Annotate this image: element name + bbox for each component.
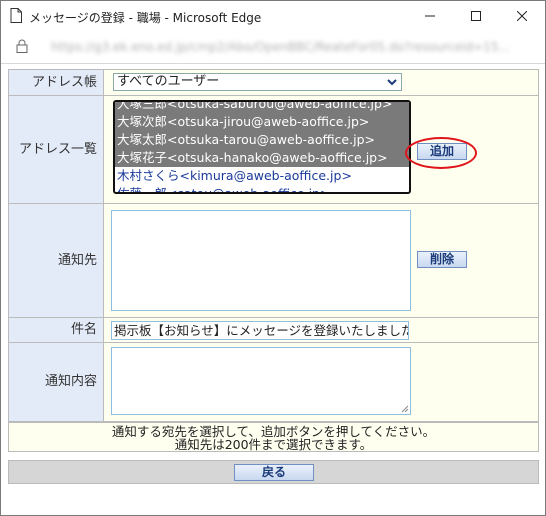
subject-input[interactable]: 掲示板【お知らせ】にメッセージを登録いたしました。 (111, 321, 409, 340)
address-book-select[interactable]: すべてのユーザー (113, 73, 402, 91)
resize-grip-icon[interactable] (401, 405, 409, 413)
body-cell (104, 343, 538, 421)
list-item[interactable]: 大塚次郎<otsuka-jirou@aweb-aoffice.jp> (115, 113, 409, 131)
list-item[interactable]: 木村さくら<kimura@aweb-aoffice.jp> (115, 167, 409, 185)
address-listbox[interactable]: 大塚三郎<otsuka-saburou@aweb-aoffice.jp> 大塚次… (113, 100, 411, 194)
address-bar: https://g3.ek.eno.ed.jp/cmp2/Abo/OpenBBC… (1, 31, 545, 64)
footer-bar: 戻る (8, 460, 539, 484)
address-book-label: アドレス帳 (9, 70, 104, 95)
instruction-note: 通知する宛先を選択して、追加ボタンを押してください。 通知先は200件まで選択で… (8, 422, 539, 452)
address-book-cell: すべてのユーザー (104, 70, 538, 95)
recipients-row: 通知先 削除 (8, 203, 539, 318)
page-icon (10, 8, 22, 23)
note-line-2: 通知先は200件まで選択できます。 (174, 437, 373, 452)
list-item[interactable]: 大塚太郎<otsuka-tarou@aweb-aoffice.jp> (115, 131, 409, 149)
minimize-button[interactable] (407, 1, 453, 31)
body-label: 通知内容 (9, 343, 104, 421)
delete-button[interactable]: 削除 (417, 251, 467, 268)
lock-icon (16, 39, 28, 53)
subject-cell: 掲示板【お知らせ】にメッセージを登録いたしました。 (104, 318, 538, 342)
body-textarea[interactable] (111, 347, 411, 415)
subject-row: 件名 掲示板【お知らせ】にメッセージを登録いたしました。 (8, 317, 539, 343)
title-bar: メッセージの登録 - 職場 - Microsoft Edge (1, 1, 545, 31)
browser-window: メッセージの登録 - 職場 - Microsoft Edge https://g… (0, 0, 546, 516)
maximize-button[interactable] (453, 1, 499, 31)
url-text[interactable]: https://g3.ek.eno.ed.jp/cmp2/Abo/OpenBBC… (51, 40, 531, 54)
address-list-label: アドレス一覧 (9, 96, 104, 203)
list-item[interactable]: 佐藤一郎<satou@aweb-aoffice.jp> (115, 185, 409, 192)
list-item[interactable]: 大塚花子<otsuka-hanako@aweb-aoffice.jp> (115, 149, 409, 167)
message-form: アドレス帳 すべてのユーザー アドレス一覧 大塚三郎<otsuka-saburo… (1, 64, 545, 515)
address-book-row: アドレス帳 すべてのユーザー (8, 69, 539, 96)
subject-label: 件名 (9, 318, 104, 342)
recipients-label: 通知先 (9, 204, 104, 317)
back-button[interactable]: 戻る (234, 464, 314, 481)
chevron-down-icon (387, 79, 397, 86)
address-list-cell: 大塚三郎<otsuka-saburou@aweb-aoffice.jp> 大塚次… (104, 96, 538, 203)
close-button[interactable] (499, 1, 545, 31)
address-book-selected: すべてのユーザー (117, 74, 220, 89)
list-item[interactable]: 大塚三郎<otsuka-saburou@aweb-aoffice.jp> (115, 102, 409, 113)
minimize-icon (425, 15, 435, 17)
body-row: 通知内容 (8, 342, 539, 422)
window-title: メッセージの登録 - 職場 - Microsoft Edge (29, 11, 262, 25)
recipients-cell: 削除 (104, 204, 538, 317)
recipients-box[interactable] (111, 210, 411, 311)
close-icon (517, 11, 527, 21)
add-button[interactable]: 追加 (417, 143, 467, 160)
maximize-icon (471, 11, 481, 21)
address-list-row: アドレス一覧 大塚三郎<otsuka-saburou@aweb-aoffice.… (8, 95, 539, 204)
